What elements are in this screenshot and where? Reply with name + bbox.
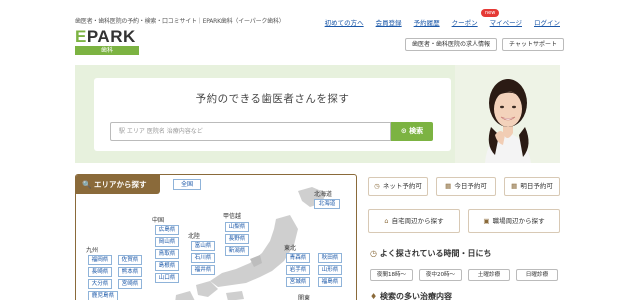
- region-koshinetsu: 甲信越: [223, 213, 242, 220]
- region-chugoku: 中国: [152, 217, 165, 224]
- nav-login[interactable]: ログイン: [534, 17, 560, 27]
- pref-kagoshima[interactable]: 鹿児島県: [88, 291, 118, 300]
- nav-mypage[interactable]: マイページ: [490, 17, 522, 27]
- region-tohoku: 東北: [284, 245, 297, 252]
- tomorrow-reservation-label: 明日予約可: [520, 182, 553, 190]
- pref-akita[interactable]: 秋田県: [318, 253, 342, 263]
- region-hokkaido: 北海道: [314, 191, 333, 198]
- region-kyushu: 九州: [86, 247, 99, 254]
- search-panel: 予約のできる歯医者さんを探す 駅 エリア 医院名 治療内容など ⊙ 検索: [94, 78, 451, 151]
- time-pill-night18[interactable]: 夜間18時〜: [370, 269, 413, 281]
- pref-shimane[interactable]: 島根県: [155, 261, 179, 271]
- time-pill-night20[interactable]: 夜中20時〜: [419, 269, 462, 281]
- search-input[interactable]: 駅 エリア 医院名 治療内容など: [110, 122, 391, 141]
- site-tagline: 歯医者・歯科医院の予約・検索・口コミサイト｜EPARK歯科（イーパーク歯科）: [75, 18, 285, 25]
- hero-banner: 予約のできる歯医者さんを探す 駅 エリア 医院名 治療内容など ⊙ 検索: [75, 65, 560, 163]
- search-button[interactable]: ⊙ 検索: [391, 122, 433, 141]
- pref-yamaguchi[interactable]: 山口県: [155, 273, 179, 283]
- pref-fukui[interactable]: 福井県: [191, 265, 215, 275]
- calendar-icon: ▦: [511, 182, 518, 190]
- region-kanto: 関東: [298, 295, 311, 300]
- pref-oita[interactable]: 大分県: [88, 279, 112, 289]
- nav-first-time[interactable]: 初めての方へ: [325, 17, 364, 27]
- pref-miyazaki[interactable]: 宮崎県: [118, 279, 142, 289]
- briefcase-icon: ▣: [483, 217, 490, 225]
- home-icon: ⌂: [384, 217, 389, 225]
- search-button-label: 検索: [409, 127, 424, 135]
- popular-treatments-title: 検索の多い治療内容: [379, 292, 452, 300]
- region-hokuriku: 北陸: [188, 233, 201, 240]
- clock-icon: ◷: [374, 182, 380, 190]
- pref-nagano[interactable]: 長野県: [225, 234, 249, 244]
- search-title: 予約のできる歯医者さんを探す: [195, 93, 350, 105]
- pref-kumamoto[interactable]: 熊本県: [118, 267, 142, 277]
- calendar-icon: ▦: [445, 182, 452, 190]
- nav-coupon[interactable]: クーポン: [452, 17, 478, 27]
- home-area-button[interactable]: ⌂ 自宅周辺から探す: [368, 209, 460, 233]
- new-badge: new: [481, 9, 500, 17]
- time-pill-sunday[interactable]: 日曜診療: [516, 269, 558, 281]
- popular-treatments-heading: ♦ 検索の多い治療内容: [370, 291, 452, 300]
- pref-fukushima[interactable]: 福島県: [318, 277, 342, 287]
- logo-sub: 歯科: [75, 46, 139, 55]
- area-search-box: 🔍 エリアから探す 全国 北海道 北海道 中国 広島県 岡山県 鳥取県 島根県 …: [75, 174, 357, 300]
- pref-tottori[interactable]: 鳥取県: [155, 249, 179, 259]
- nav-history[interactable]: 予約履歴: [414, 17, 440, 27]
- pref-hiroshima[interactable]: 広島県: [155, 225, 179, 235]
- tooth-icon: ♦: [370, 292, 378, 300]
- tomorrow-reservation-button[interactable]: ▦ 明日予約可: [504, 177, 560, 196]
- popular-times-title: よく探されている時間・日にち: [379, 249, 492, 258]
- jobs-button[interactable]: 歯医者・歯科医院の求人情報: [405, 38, 498, 51]
- pref-ishikawa[interactable]: 石川県: [191, 253, 215, 263]
- pref-miyagi[interactable]: 宮城県: [286, 277, 310, 287]
- pref-saga[interactable]: 佐賀県: [118, 255, 142, 265]
- home-area-label: 自宅周辺から探す: [391, 217, 444, 225]
- today-reservation-button[interactable]: ▦ 今日予約可: [436, 177, 496, 196]
- work-area-button[interactable]: ▣ 職場周辺から探す: [468, 209, 560, 233]
- pref-niigata[interactable]: 新潟県: [225, 246, 249, 256]
- nav-register[interactable]: 会員登録: [376, 17, 402, 27]
- popular-times-heading: ◷ よく探されている時間・日にち: [370, 248, 492, 259]
- area-all-button[interactable]: 全国: [173, 179, 202, 190]
- pref-hokkaido[interactable]: 北海道: [314, 199, 340, 209]
- epark-logo[interactable]: EPARK 歯科: [75, 28, 139, 56]
- time-pill-saturday[interactable]: 土曜診療: [468, 269, 510, 281]
- logo-text: EPARK: [75, 27, 136, 46]
- pref-yamanashi[interactable]: 山梨県: [225, 222, 249, 232]
- search-icon: ⊙: [400, 127, 407, 135]
- chat-support-button[interactable]: チャットサポート: [502, 38, 564, 51]
- top-nav: 初めての方へ 会員登録 予約履歴 クーポン マイページ ログイン: [313, 17, 560, 27]
- today-reservation-label: 今日予約可: [454, 182, 487, 190]
- clock-icon: ◷: [370, 249, 377, 258]
- area-search-title: エリアから探す: [93, 180, 147, 189]
- pref-fukuoka[interactable]: 福岡県: [88, 255, 112, 265]
- pref-iwate[interactable]: 岩手県: [286, 265, 310, 275]
- pref-toyama[interactable]: 富山県: [191, 241, 215, 251]
- work-area-label: 職場周辺から探す: [492, 217, 545, 225]
- model-photo: [455, 65, 560, 163]
- pref-okayama[interactable]: 岡山県: [155, 237, 179, 247]
- pref-yamagata[interactable]: 山形県: [318, 265, 342, 275]
- net-reservation-label: ネット予約可: [382, 182, 422, 190]
- search-icon: 🔍: [82, 180, 92, 189]
- net-reservation-button[interactable]: ◷ ネット予約可: [368, 177, 428, 196]
- pref-nagasaki[interactable]: 長崎県: [88, 267, 112, 277]
- area-search-header: 🔍 エリアから探す: [76, 175, 160, 194]
- pref-aomori[interactable]: 青森県: [286, 253, 310, 263]
